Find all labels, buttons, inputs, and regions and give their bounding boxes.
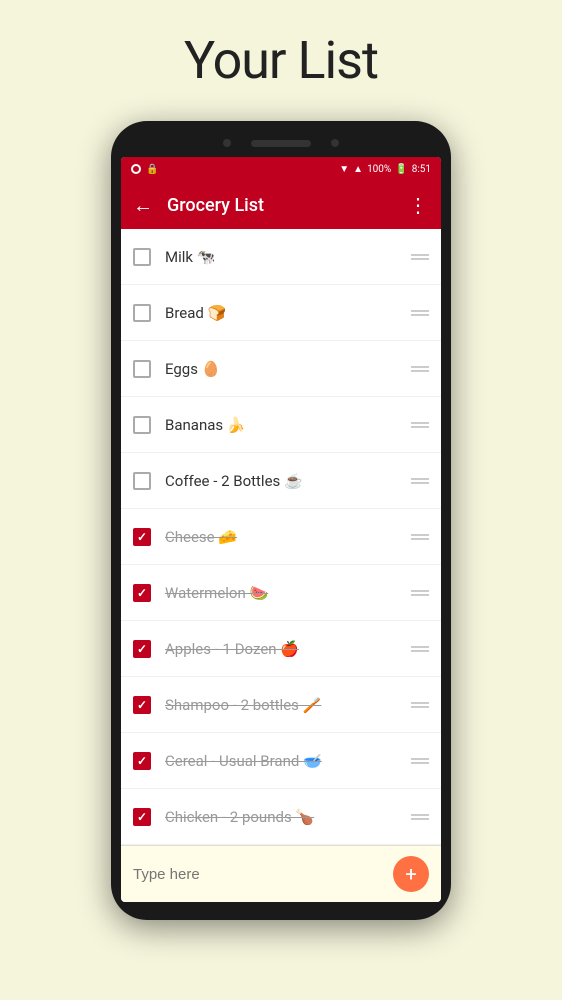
page-title: Your List [184, 30, 378, 91]
battery-percentage: 100% [367, 164, 391, 175]
drag-handle-icon[interactable] [411, 254, 429, 260]
drag-handle-icon[interactable] [411, 366, 429, 372]
phone-screen: 🔒 ▼ ▲ 100% 🔋 8:51 ← Grocery List ⋮ Milk … [121, 157, 441, 902]
list-item-text: Shampoo - 2 bottles 🪥 [165, 696, 403, 714]
sensor-dot [331, 139, 339, 147]
list-item-text: Milk 🐄 [165, 248, 403, 266]
status-right: ▼ ▲ 100% 🔋 8:51 [339, 164, 431, 175]
overflow-menu-button[interactable]: ⋮ [408, 193, 429, 217]
bottom-input-bar: + [121, 845, 441, 902]
list-item-text: Bananas 🍌 [165, 416, 403, 434]
list-item[interactable]: Bananas 🍌 [121, 397, 441, 453]
list-item[interactable]: Eggs 🥚 [121, 341, 441, 397]
list-item-checkbox[interactable] [133, 528, 151, 546]
app-bar-title: Grocery List [167, 195, 394, 216]
drag-handle-icon[interactable] [411, 590, 429, 596]
list-item[interactable]: Shampoo - 2 bottles 🪥 [121, 677, 441, 733]
camera-dot [223, 139, 231, 147]
signal-bars-icon: ▲ [353, 164, 363, 175]
list-item-text: Cereal - Usual Brand 🥣 [165, 752, 403, 770]
phone-top-bar [121, 135, 441, 157]
wifi-icon: ▼ [339, 164, 349, 175]
list-item[interactable]: Bread 🍞 [121, 285, 441, 341]
list-item-checkbox[interactable] [133, 416, 151, 434]
list-item[interactable]: Cheese 🧀 [121, 509, 441, 565]
list-item[interactable]: Coffee - 2 Bottles ☕ [121, 453, 441, 509]
list-item-text: Coffee - 2 Bottles ☕ [165, 472, 403, 490]
list-item-text: Chicken - 2 pounds 🍗 [165, 808, 403, 826]
drag-handle-icon[interactable] [411, 422, 429, 428]
drag-handle-icon[interactable] [411, 478, 429, 484]
grocery-list: Milk 🐄 Bread 🍞 Eggs 🥚 Bananas 🍌 Coffee - 2 B… [121, 229, 441, 845]
list-item-text: Watermelon 🍉 [165, 584, 403, 602]
new-item-input[interactable] [133, 866, 393, 883]
list-item-checkbox[interactable] [133, 248, 151, 266]
list-item-checkbox[interactable] [133, 472, 151, 490]
back-button[interactable]: ← [133, 193, 153, 218]
drag-handle-icon[interactable] [411, 534, 429, 540]
time-display: 8:51 [412, 164, 431, 175]
list-item-checkbox[interactable] [133, 752, 151, 770]
list-item[interactable]: Chicken - 2 pounds 🍗 [121, 789, 441, 845]
signal-circle-icon [131, 164, 141, 174]
speaker-grill [251, 140, 311, 147]
list-item-checkbox[interactable] [133, 584, 151, 602]
list-item-text: Bread 🍞 [165, 304, 403, 322]
list-item-checkbox[interactable] [133, 360, 151, 378]
drag-handle-icon[interactable] [411, 814, 429, 820]
add-item-button[interactable]: + [393, 856, 429, 892]
status-bar: 🔒 ▼ ▲ 100% 🔋 8:51 [121, 157, 441, 181]
app-bar: ← Grocery List ⋮ [121, 181, 441, 229]
list-item[interactable]: Apples - 1 Dozen 🍎 [121, 621, 441, 677]
list-item[interactable]: Watermelon 🍉 [121, 565, 441, 621]
list-item[interactable]: Cereal - Usual Brand 🥣 [121, 733, 441, 789]
phone-device: 🔒 ▼ ▲ 100% 🔋 8:51 ← Grocery List ⋮ Milk … [111, 121, 451, 920]
list-item[interactable]: Milk 🐄 [121, 229, 441, 285]
drag-handle-icon[interactable] [411, 702, 429, 708]
list-item-checkbox[interactable] [133, 808, 151, 826]
list-item-text: Apples - 1 Dozen 🍎 [165, 640, 403, 658]
list-item-text: Eggs 🥚 [165, 360, 403, 378]
drag-handle-icon[interactable] [411, 646, 429, 652]
list-item-checkbox[interactable] [133, 640, 151, 658]
battery-icon: 🔋 [395, 164, 407, 175]
list-item-checkbox[interactable] [133, 696, 151, 714]
status-left: 🔒 [131, 164, 158, 175]
lock-icon: 🔒 [146, 164, 158, 175]
list-item-text: Cheese 🧀 [165, 528, 403, 546]
drag-handle-icon[interactable] [411, 758, 429, 764]
list-item-checkbox[interactable] [133, 304, 151, 322]
drag-handle-icon[interactable] [411, 310, 429, 316]
